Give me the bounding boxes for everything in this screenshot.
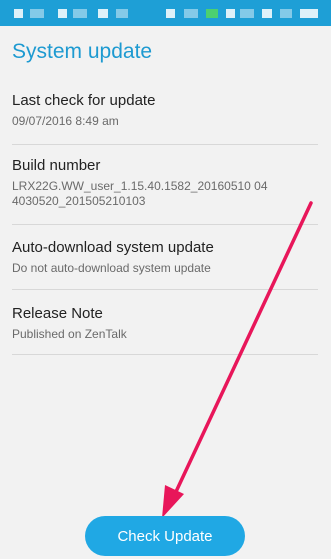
arrow-annotation-icon [162,201,313,518]
build-number-title: Build number [12,157,101,174]
status-icon [98,9,108,18]
auto-download-title: Auto-download system update [12,239,214,256]
divider [12,289,318,290]
status-icon [206,9,218,18]
release-note-value: Published on ZenTalk [12,327,127,341]
auto-download-value: Do not auto-download system update [12,261,211,275]
last-check-item[interactable]: Last check for update 09/07/2016 8:49 am [12,92,318,129]
build-number-value: LRX22G.WW_user_1.15.40.1582_20160510 044… [12,179,268,208]
status-icon [116,9,128,18]
auto-download-item[interactable]: Auto-download system update Do not auto-… [12,239,318,276]
status-icon [262,9,272,18]
status-bar [0,0,331,26]
release-note-title: Release Note [12,305,103,322]
status-icon [226,9,235,18]
status-icon [280,9,292,18]
build-number-item: Build number LRX22G.WW_user_1.15.40.1582… [12,157,318,209]
page-title: System update [12,40,153,63]
last-check-title: Last check for update [12,92,156,109]
status-icon [166,9,175,18]
divider [12,224,318,225]
status-icon [184,9,198,18]
status-icon [73,9,87,18]
check-update-button[interactable]: Check Update [85,516,245,556]
status-icon [240,9,254,18]
divider [12,354,318,355]
battery-icon [300,9,318,18]
status-icon [30,9,44,18]
divider [12,144,318,145]
last-check-value: 09/07/2016 8:49 am [12,114,119,128]
release-note-item[interactable]: Release Note Published on ZenTalk [12,305,318,342]
status-icon [14,9,23,18]
status-icon [58,9,67,18]
